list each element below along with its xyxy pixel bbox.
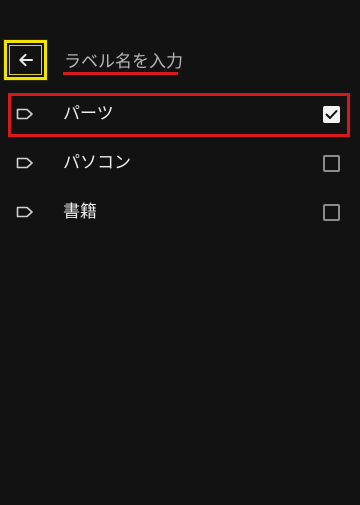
checkmark-icon <box>325 110 338 119</box>
label-row-books[interactable]: 書籍 <box>0 187 360 236</box>
app-header <box>0 0 360 90</box>
label-icon <box>16 108 33 120</box>
back-button[interactable] <box>3 39 48 81</box>
input-underline <box>63 72 178 75</box>
arrow-left-icon <box>18 53 33 67</box>
label-row-text: パーツ <box>63 104 114 124</box>
label-row-parts[interactable]: パーツ <box>0 89 360 138</box>
label-checkbox[interactable] <box>323 106 340 123</box>
label-list: パーツ パソコン 書籍 <box>0 89 360 236</box>
label-row-text: 書籍 <box>63 202 97 222</box>
selection-highlight <box>8 93 350 137</box>
label-row-pc[interactable]: パソコン <box>0 138 360 187</box>
label-row-text: パソコン <box>63 153 131 173</box>
label-checkbox[interactable] <box>323 155 340 172</box>
back-button-frame <box>9 45 42 75</box>
label-checkbox[interactable] <box>323 204 340 221</box>
label-icon <box>16 157 33 169</box>
label-icon <box>16 206 33 218</box>
